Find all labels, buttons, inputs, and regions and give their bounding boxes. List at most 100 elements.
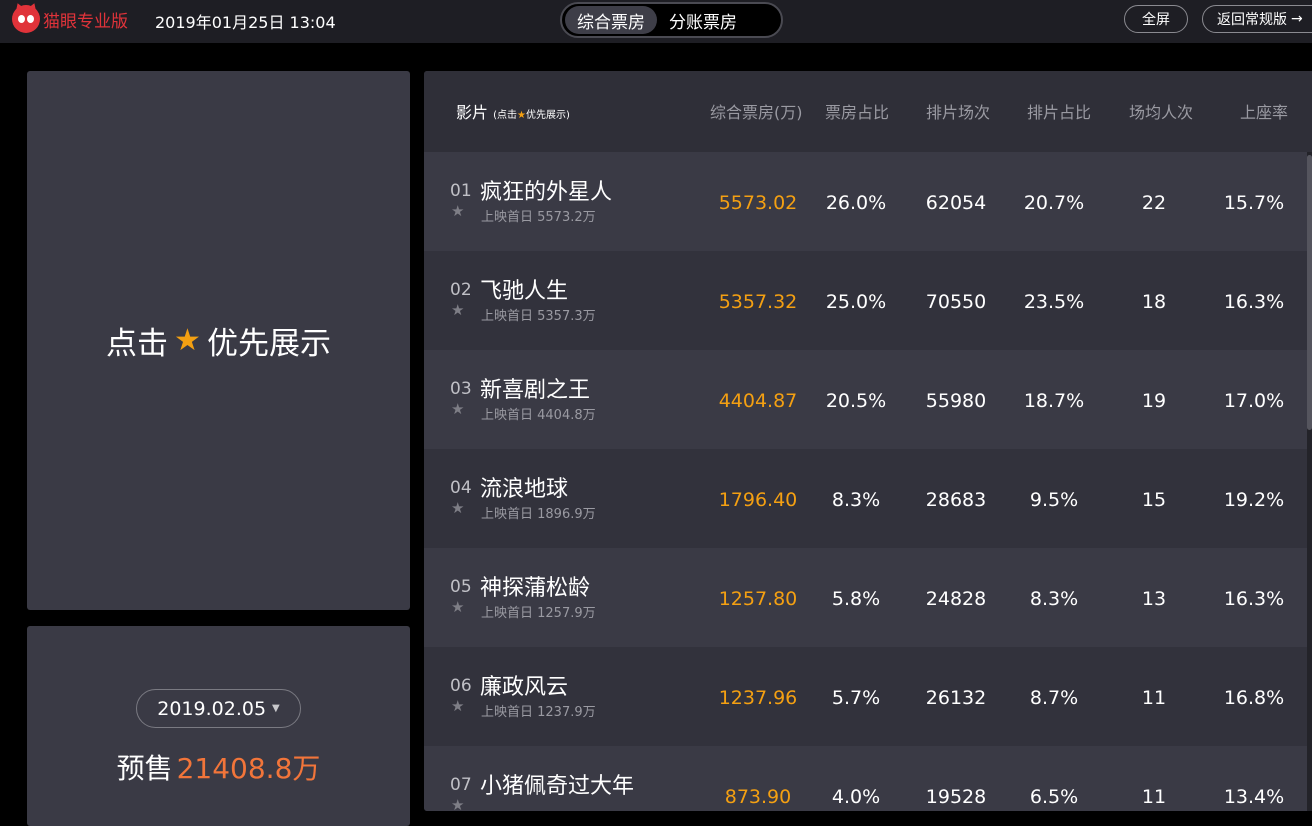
tab-combined-boxoffice[interactable]: 综合票房 — [565, 6, 657, 34]
presale-date-value: 2019.02.05 — [157, 697, 267, 720]
show-count-value: 70550 — [925, 291, 987, 313]
promo-text-before: 点击 — [106, 326, 169, 362]
presale-value: 21408.8万 — [176, 752, 321, 785]
avg-attendance-value: 13 — [1141, 588, 1167, 610]
table-row[interactable]: 05 ★ 神探蒲松龄 上映首日 1257.9万 1257.80 5.8% 24828 8.3%… — [424, 548, 1307, 647]
boxoffice-value: 1257.80 — [718, 588, 798, 610]
cat-eye-icon — [12, 1, 40, 33]
film-rank: 04 — [450, 478, 472, 498]
seat-rate-value: 16.8% — [1223, 687, 1285, 709]
film-rank: 07 — [450, 775, 472, 795]
show-share-value: 20.7% — [1023, 192, 1085, 214]
table-row[interactable]: 07 ★ 小猪佩奇过大年 873.90 4.0% 19528 6.5% 11 13.4% — [424, 746, 1307, 811]
table-scrollbar[interactable] — [1307, 152, 1312, 811]
film-title: 流浪地球 — [480, 477, 569, 502]
seat-rate-value: 16.3% — [1223, 291, 1285, 313]
header-film-label: 影片 — [456, 103, 489, 122]
star-icon[interactable]: ★ — [451, 796, 464, 811]
avg-attendance-value: 19 — [1141, 390, 1167, 412]
seat-rate-value: 19.2% — [1223, 489, 1285, 511]
show-count-value: 55980 — [925, 390, 987, 412]
priority-display-text: 点击 ★ 优先展示 — [106, 318, 331, 363]
back-button-label: 返回常规版 — [1217, 12, 1287, 28]
film-title: 小猪佩奇过大年 — [480, 774, 635, 799]
show-share-value: 9.5% — [1029, 489, 1079, 511]
star-icon[interactable]: ★ — [451, 499, 464, 517]
presale-label: 预售 — [116, 752, 173, 785]
seat-rate-value: 17.0% — [1223, 390, 1285, 412]
table-row[interactable]: 06 ★ 廉政风云 上映首日 1237.9万 1237.96 5.7% 26132 8.7% 1… — [424, 647, 1307, 746]
film-rank: 02 — [450, 280, 472, 300]
star-icon[interactable]: ★ — [451, 202, 464, 220]
table-header: 影片 (点击★优先展示) 综合票房(万) 票房占比 排片场次 排片占比 场均人次… — [424, 71, 1312, 152]
brand-logo[interactable]: 猫眼专业版 — [12, 1, 128, 34]
star-icon[interactable]: ★ — [451, 301, 464, 319]
caret-down-icon: ▼ — [272, 703, 280, 714]
header-boxoffice-share[interactable]: 票房占比 — [825, 99, 889, 123]
film-rank: 01 — [450, 181, 472, 201]
header-avg-attendance[interactable]: 场均人次 — [1129, 99, 1193, 123]
tab-split-boxoffice[interactable]: 分账票房 — [657, 6, 749, 34]
scrollbar-thumb[interactable] — [1307, 155, 1312, 430]
header-show-share[interactable]: 排片占比 — [1027, 99, 1091, 123]
boxoffice-table: 影片 (点击★优先展示) 综合票房(万) 票房占比 排片场次 排片占比 场均人次… — [424, 71, 1312, 811]
arrow-right-icon: → — [1291, 11, 1303, 27]
boxoffice-share-value: 25.0% — [825, 291, 887, 313]
header-boxoffice[interactable]: 综合票房(万) — [710, 99, 803, 123]
hint-before: (点击 — [493, 110, 518, 121]
boxoffice-share-value: 5.8% — [831, 588, 881, 610]
table-row[interactable]: 03 ★ 新喜剧之王 上映首日 4404.8万 4404.87 20.5% 55980 18.… — [424, 350, 1307, 449]
film-title: 神探蒲松龄 — [480, 576, 591, 601]
film-first-day: 上映首日 5573.2万 — [481, 210, 596, 225]
show-count-value: 26132 — [925, 687, 987, 709]
seat-rate-value: 13.4% — [1223, 786, 1285, 808]
film-rank: 06 — [450, 676, 472, 696]
hint-after: 优先展示) — [525, 110, 570, 121]
boxoffice-share-value: 8.3% — [831, 489, 881, 511]
priority-display-card[interactable]: 点击 ★ 优先展示 — [27, 71, 410, 610]
star-icon[interactable]: ★ — [451, 598, 464, 616]
star-icon: ★ — [174, 323, 201, 358]
boxoffice-share-value: 20.5% — [825, 390, 887, 412]
boxoffice-value: 5357.32 — [718, 291, 798, 313]
table-row[interactable]: 02 ★ 飞驰人生上映首日 5357.3万 5357.32 25.0% 70550 23.5… — [424, 251, 1307, 350]
boxoffice-share-value: 5.7% — [831, 687, 881, 709]
presale-card: 2019.02.05 ▼ 预售 21408.8万 — [27, 626, 410, 826]
star-icon[interactable]: ★ — [451, 697, 464, 715]
film-title: 廉政风云 — [480, 675, 569, 700]
show-share-value: 8.7% — [1029, 687, 1079, 709]
avg-attendance-value: 22 — [1141, 192, 1167, 214]
show-count-value: 19528 — [925, 786, 987, 808]
film-title: 疯狂的外星人 — [480, 180, 613, 205]
show-share-value: 6.5% — [1029, 786, 1079, 808]
film-title: 新喜剧之王 — [480, 378, 591, 403]
presale-summary: 预售 21408.8万 — [27, 747, 410, 787]
table-row[interactable]: 04 ★ 流浪地球 上映首日 1896.9万 1796.40 8.3% 28683 9.5% 1… — [424, 449, 1307, 548]
presale-date-select[interactable]: 2019.02.05 ▼ — [136, 689, 301, 728]
star-icon: ★ — [517, 110, 526, 121]
brand-name: 猫眼专业版 — [43, 11, 128, 32]
header-film: 影片 (点击★优先展示) — [456, 99, 570, 123]
top-bar: 猫眼专业版 2019年01月25日 13:04 综合票房 分账票房 全屏 返回常… — [0, 0, 1312, 43]
fullscreen-button[interactable]: 全屏 — [1124, 5, 1188, 33]
header-film-hint: (点击★优先展示) — [493, 110, 570, 121]
table-row[interactable]: 01 ★ 疯狂的外星人 上映首日 5573.2万 5573.02 26.0% 62054 20… — [424, 152, 1307, 251]
show-count-value: 24828 — [925, 588, 987, 610]
show-count-value: 62054 — [925, 192, 987, 214]
boxoffice-tabs: 综合票房 分账票房 — [560, 2, 783, 38]
promo-text-after: 优先展示 — [206, 326, 331, 362]
avg-attendance-value: 18 — [1141, 291, 1167, 313]
boxoffice-value: 1796.40 — [718, 489, 798, 511]
star-icon[interactable]: ★ — [451, 400, 464, 418]
boxoffice-value: 4404.87 — [718, 390, 798, 412]
show-share-value: 18.7% — [1023, 390, 1085, 412]
header-show-count[interactable]: 排片场次 — [926, 99, 990, 123]
back-to-standard-button[interactable]: 返回常规版 → — [1202, 5, 1312, 33]
boxoffice-value: 5573.02 — [718, 192, 798, 214]
seat-rate-value: 16.3% — [1223, 588, 1285, 610]
film-first-day: 上映首日 5357.3万 — [481, 309, 596, 324]
show-share-value: 23.5% — [1023, 291, 1085, 313]
header-seat-rate[interactable]: 上座率 — [1240, 99, 1288, 123]
show-count-value: 28683 — [925, 489, 987, 511]
film-title: 飞驰人生 — [480, 279, 569, 304]
